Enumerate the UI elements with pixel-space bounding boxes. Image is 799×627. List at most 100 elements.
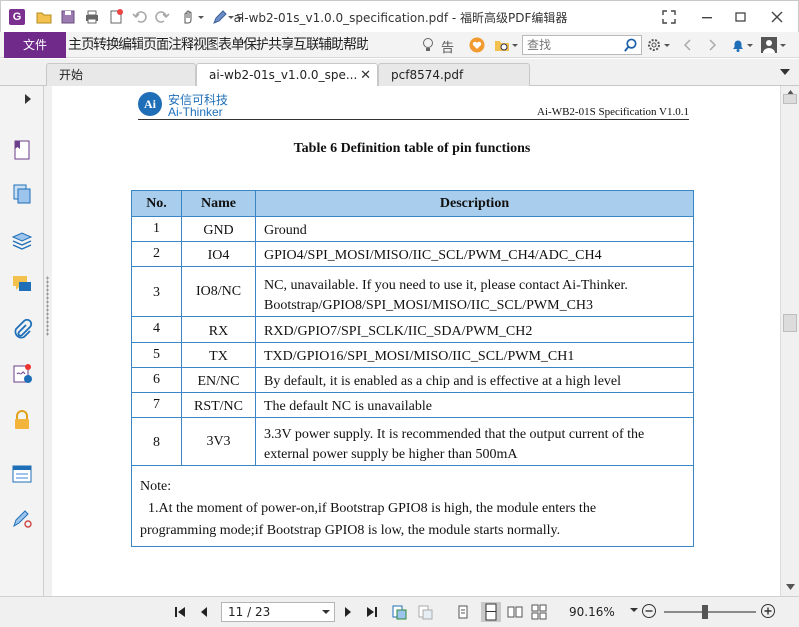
- table-row: 3 IO8/NC NC, unavailable. If you need to…: [131, 266, 694, 317]
- scroll-thumb[interactable]: [783, 314, 797, 332]
- pin-function-table: No. Name Description 1 GND Ground 2 IO4 …: [131, 190, 694, 547]
- table-row: 6 EN/NC By default, it is enabled as a c…: [131, 367, 694, 393]
- undo-icon[interactable]: [131, 8, 149, 26]
- settings-gear-icon[interactable]: [646, 37, 662, 53]
- panel-resize-grip[interactable]: [44, 86, 52, 596]
- pin-description: Ground: [255, 216, 694, 242]
- ribbon-tab-connect[interactable]: 互联: [293, 32, 318, 58]
- tab-list-dropdown-icon[interactable]: [779, 67, 791, 77]
- tell-me-label[interactable]: 告: [441, 37, 454, 56]
- table-row: 8 3V3 3.3V power supply. It is recommend…: [131, 417, 694, 466]
- form-fields-icon[interactable]: [10, 462, 34, 486]
- zoom-slider-thumb[interactable]: [702, 605, 709, 619]
- close-window-icon[interactable]: [767, 7, 787, 27]
- zoom-dropdown-icon[interactable]: [630, 606, 638, 614]
- continuous-facing-view-icon[interactable]: [531, 604, 547, 620]
- next-page-icon[interactable]: [340, 604, 356, 620]
- digital-signature-icon[interactable]: [10, 506, 34, 530]
- ribbon-tab-convert[interactable]: 转换: [93, 32, 118, 58]
- customize-toolbar-icon[interactable]: [235, 8, 245, 26]
- scroll-split-handle[interactable]: [783, 94, 797, 104]
- pin-name: RX: [181, 316, 256, 343]
- single-page-view-icon[interactable]: [455, 604, 471, 620]
- page-dropdown-icon[interactable]: [321, 606, 331, 618]
- ribbon-tab-share[interactable]: 共享: [268, 32, 293, 58]
- zoom-slider-track[interactable]: [664, 611, 756, 613]
- extract-page-icon[interactable]: [391, 604, 407, 620]
- zoom-level[interactable]: 90.16%: [569, 605, 615, 619]
- previous-page-icon[interactable]: [196, 604, 212, 620]
- signature-panel-icon[interactable]: [10, 362, 34, 386]
- ribbon-tab-help[interactable]: 帮助: [343, 32, 368, 58]
- search-folder-dropdown-icon[interactable]: [511, 37, 519, 53]
- save-icon[interactable]: [59, 8, 77, 26]
- note-line: 1.At the moment of power-on,if Bootstrap…: [148, 501, 597, 516]
- attachment-paperclip-icon[interactable]: [10, 318, 34, 342]
- page-number-box[interactable]: 11 / 23: [221, 602, 335, 622]
- ribbon-tab-accessibility[interactable]: 辅助: [318, 32, 343, 58]
- fullscreen-icon[interactable]: [659, 7, 679, 27]
- tab-ai-wb2-spec[interactable]: ai-wb2-01s_v1.0.0_spe... ✕: [196, 63, 378, 87]
- zoom-out-icon[interactable]: [641, 603, 657, 619]
- security-lock-icon[interactable]: [10, 408, 34, 432]
- redo-icon[interactable]: [153, 8, 171, 26]
- chevron-left-icon[interactable]: [680, 37, 696, 53]
- table-row: 7 RST/NC The default NC is unavailable: [131, 392, 694, 418]
- tab-close-icon[interactable]: ✕: [360, 65, 371, 87]
- ribbon-tab-organize[interactable]: 页面: [143, 32, 168, 58]
- pin-name: TX: [181, 342, 256, 368]
- lightbulb-icon[interactable]: [420, 37, 436, 53]
- ribbon-tab-view[interactable]: 视图: [193, 32, 218, 58]
- foxit-app-icon[interactable]: G: [9, 9, 25, 25]
- find-input[interactable]: [523, 36, 621, 54]
- insert-page-icon[interactable]: [417, 604, 433, 620]
- minimize-icon[interactable]: [697, 7, 717, 27]
- notification-bell-icon[interactable]: [730, 37, 746, 53]
- search-folder-icon[interactable]: [494, 37, 510, 53]
- ribbon-tab-form[interactable]: 表单: [218, 32, 243, 58]
- file-menu-button[interactable]: 文件: [4, 32, 66, 58]
- first-page-icon[interactable]: [172, 604, 188, 620]
- zoom-in-icon[interactable]: [760, 603, 776, 619]
- search-icon[interactable]: [623, 38, 638, 53]
- ribbon-tab-protect[interactable]: 保护: [243, 32, 268, 58]
- restore-icon[interactable]: [731, 7, 751, 27]
- document-view[interactable]: Ai 安信可科技 Ai-Thinker Ai-WB2-01S Specifica…: [52, 86, 780, 596]
- facing-pages-view-icon[interactable]: [507, 604, 523, 620]
- tab-pcf8574[interactable]: pcf8574.pdf: [378, 63, 530, 86]
- scroll-down-arrow-icon[interactable]: [786, 584, 795, 590]
- hand-tool-icon[interactable]: [179, 8, 197, 26]
- heart-icon[interactable]: [469, 37, 485, 53]
- user-dropdown-icon[interactable]: [779, 37, 787, 53]
- ribbon-tab-comment[interactable]: 注释: [168, 32, 193, 58]
- pin-name: GND: [181, 216, 256, 242]
- layers-icon[interactable]: [10, 228, 34, 252]
- grip-dots: [46, 276, 49, 336]
- column-header-no: No.: [131, 190, 182, 217]
- pin-number: 4: [131, 316, 182, 343]
- pin-description: The default NC is unavailable: [255, 392, 694, 418]
- tab-start[interactable]: 开始: [46, 63, 196, 86]
- bookmark-icon[interactable]: [10, 138, 34, 162]
- vertical-scrollbar[interactable]: [780, 86, 799, 596]
- print-icon[interactable]: [83, 8, 101, 26]
- ribbon-tab-home[interactable]: 主页: [68, 32, 93, 58]
- continuous-view-icon[interactable]: [481, 602, 501, 622]
- logo-english-name: Ai-Thinker: [168, 105, 223, 119]
- settings-dropdown-icon[interactable]: [663, 37, 671, 53]
- table-row: 2 IO4 GPIO4/SPI_MOSI/MISO/IIC_SCL/PWM_CH…: [131, 241, 694, 267]
- logo-mark: Ai: [138, 92, 162, 116]
- hand-tool-dropdown-icon[interactable]: [197, 8, 205, 26]
- page-thumbnails-icon[interactable]: [10, 182, 34, 206]
- notification-dropdown-icon[interactable]: [746, 37, 754, 53]
- tab-label: 开始: [59, 68, 84, 82]
- new-document-icon[interactable]: [107, 8, 125, 26]
- expand-panel-icon[interactable]: [24, 94, 32, 104]
- open-folder-icon[interactable]: [35, 8, 53, 26]
- ribbon-tab-edit[interactable]: 编辑: [118, 32, 143, 58]
- comments-icon[interactable]: [10, 272, 34, 296]
- last-page-icon[interactable]: [364, 604, 380, 620]
- pen-dropdown-icon[interactable]: [227, 8, 235, 26]
- chevron-right-icon[interactable]: [704, 37, 720, 53]
- user-avatar-icon[interactable]: [761, 37, 777, 53]
